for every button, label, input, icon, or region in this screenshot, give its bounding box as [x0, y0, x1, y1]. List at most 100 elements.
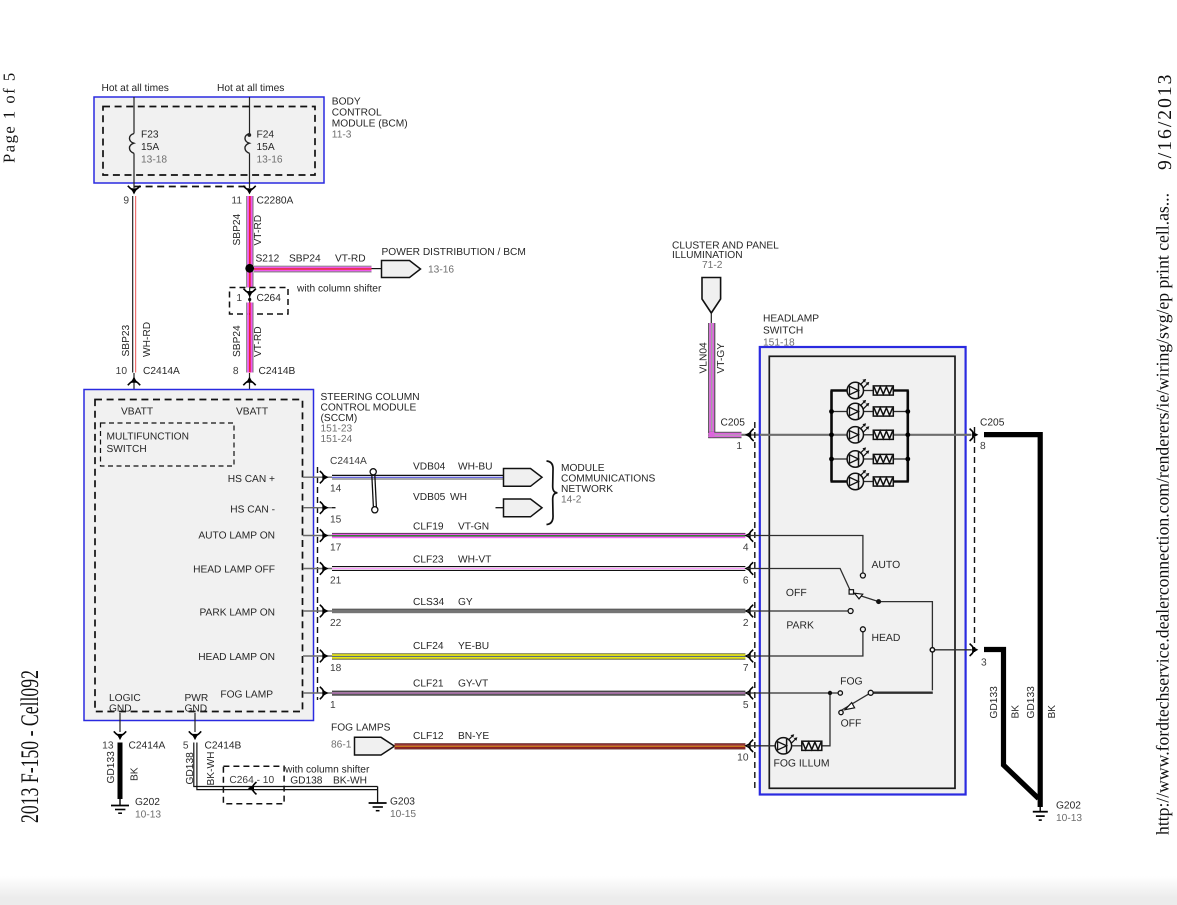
- svg-text:9: 9: [123, 196, 129, 207]
- svg-text:BK-WH: BK-WH: [206, 752, 217, 786]
- svg-text:10-13: 10-13: [135, 810, 161, 821]
- svg-text:15: 15: [330, 515, 342, 526]
- svg-text:C264: C264: [257, 293, 282, 304]
- svg-text:21: 21: [330, 576, 342, 587]
- svg-text:HEAD LAMP OFF: HEAD LAMP OFF: [193, 565, 275, 576]
- svg-text:C205: C205: [721, 418, 746, 429]
- svg-text:STEERING COLUMN: STEERING COLUMN: [321, 392, 420, 403]
- svg-text:(SCCM): (SCCM): [321, 413, 358, 424]
- svg-text:CLS34: CLS34: [413, 597, 444, 608]
- svg-text:1: 1: [330, 700, 336, 711]
- svg-text:BN-YE: BN-YE: [458, 731, 489, 742]
- svg-text:6: 6: [743, 576, 749, 587]
- svg-text:AUTO LAMP ON: AUTO LAMP ON: [198, 531, 275, 542]
- svg-text:FOG LAMPS: FOG LAMPS: [331, 723, 391, 734]
- svg-text:GD133: GD133: [106, 751, 117, 784]
- svg-text:C2414A: C2414A: [129, 741, 166, 752]
- svg-text:5: 5: [183, 741, 189, 752]
- svg-text:C2414B: C2414B: [259, 366, 296, 377]
- svg-text:CLF24: CLF24: [413, 641, 444, 652]
- svg-text:VBATT: VBATT: [121, 407, 153, 418]
- svg-text:1: 1: [236, 293, 242, 304]
- svg-text:AUTO: AUTO: [872, 560, 901, 571]
- svg-text:POWER DISTRIBUTION / BCM: POWER DISTRIBUTION / BCM: [382, 247, 526, 258]
- svg-text:MODULE: MODULE: [561, 463, 605, 474]
- svg-text:SBP23: SBP23: [121, 324, 132, 356]
- svg-text:13: 13: [102, 741, 114, 752]
- svg-text:VBATT: VBATT: [236, 407, 268, 418]
- svg-text:8: 8: [233, 366, 239, 377]
- svg-text:CLF23: CLF23: [413, 555, 444, 566]
- svg-text:GD133: GD133: [989, 686, 1000, 719]
- svg-text:GY-VT: GY-VT: [458, 679, 488, 690]
- svg-text:CONTROL: CONTROL: [332, 107, 382, 118]
- svg-text:13-16: 13-16: [257, 155, 283, 166]
- svg-text:OFF: OFF: [841, 719, 862, 730]
- svg-text:13-18: 13-18: [141, 155, 167, 166]
- svg-text:GY: GY: [458, 597, 473, 608]
- svg-text:GD133: GD133: [1026, 686, 1037, 719]
- svg-text:71-2: 71-2: [702, 260, 723, 271]
- svg-text:PWR: PWR: [185, 693, 209, 704]
- svg-text:SWITCH: SWITCH: [107, 444, 147, 455]
- svg-text:BK: BK: [1047, 705, 1058, 719]
- svg-text:PARK: PARK: [786, 621, 814, 632]
- svg-text:10-15: 10-15: [390, 809, 416, 820]
- svg-text:GND: GND: [109, 704, 132, 715]
- svg-text:2: 2: [743, 618, 749, 629]
- svg-text:11: 11: [231, 196, 242, 207]
- svg-text:CONTROL MODULE: CONTROL MODULE: [321, 403, 417, 414]
- svg-text:VDB05: VDB05: [413, 492, 446, 503]
- svg-text:LOGIC: LOGIC: [109, 693, 141, 704]
- svg-text:F24: F24: [257, 130, 275, 141]
- svg-text:C2280A: C2280A: [257, 196, 294, 207]
- svg-text:22: 22: [330, 618, 342, 629]
- svg-text:VLN04: VLN04: [699, 342, 710, 373]
- svg-text:NETWORK: NETWORK: [561, 484, 613, 495]
- svg-text:FOG: FOG: [840, 677, 863, 688]
- svg-text:HEAD: HEAD: [872, 633, 901, 644]
- svg-text:18: 18: [330, 663, 342, 674]
- svg-text:G202: G202: [135, 797, 160, 808]
- svg-text:Hot at all times: Hot at all times: [102, 83, 169, 94]
- svg-text:WH-RD: WH-RD: [142, 322, 153, 357]
- svg-text:MULTIFUNCTION: MULTIFUNCTION: [107, 432, 189, 443]
- svg-text:C264 - 10: C264 - 10: [229, 775, 274, 786]
- svg-text:2013 F-150 - Cell092: 2013 F-150 - Cell092: [16, 670, 44, 823]
- svg-text:3: 3: [981, 658, 987, 669]
- svg-text:VT-RD: VT-RD: [335, 254, 366, 265]
- svg-text:15A: 15A: [257, 142, 275, 153]
- svg-text:CLF12: CLF12: [413, 731, 444, 742]
- svg-text:4: 4: [743, 543, 749, 554]
- svg-text:WH-BU: WH-BU: [458, 462, 493, 473]
- svg-text:14: 14: [330, 484, 342, 495]
- svg-text:VT-RD: VT-RD: [253, 215, 264, 246]
- svg-text:8: 8: [980, 441, 986, 452]
- svg-text:C205: C205: [980, 418, 1005, 429]
- svg-text:14-2: 14-2: [561, 495, 582, 506]
- svg-text:9/16/2013: 9/16/2013: [1155, 73, 1176, 170]
- svg-text:SBP24: SBP24: [232, 213, 243, 245]
- svg-text:BK: BK: [130, 767, 141, 781]
- svg-text:7: 7: [743, 663, 749, 674]
- svg-text:SBP24: SBP24: [289, 254, 321, 265]
- svg-text:VT-RD: VT-RD: [253, 326, 264, 357]
- svg-text:SBP24: SBP24: [232, 325, 243, 357]
- svg-text:COMMUNICATIONS: COMMUNICATIONS: [561, 474, 656, 485]
- svg-text:HS CAN -: HS CAN -: [230, 505, 275, 516]
- svg-text:GND: GND: [185, 704, 208, 715]
- svg-text:BK: BK: [1011, 705, 1022, 719]
- svg-text:with column shifter: with column shifter: [296, 284, 382, 295]
- svg-text:17: 17: [330, 543, 342, 554]
- svg-text:15A: 15A: [141, 142, 159, 153]
- svg-text:GD138: GD138: [290, 776, 323, 787]
- svg-text:FOG ILLUM: FOG ILLUM: [774, 759, 830, 770]
- svg-text:BK-WH: BK-WH: [333, 776, 367, 787]
- svg-text:with column shifter: with column shifter: [284, 765, 370, 776]
- svg-text:WH: WH: [450, 492, 467, 503]
- svg-text:G202: G202: [1056, 801, 1081, 812]
- svg-text:10-13: 10-13: [1056, 813, 1082, 824]
- svg-text:CLF19: CLF19: [413, 522, 444, 533]
- svg-text:VT-GY: VT-GY: [716, 343, 727, 374]
- svg-text:http://www.fordtechservice.dea: http://www.fordtechservice.dealerconnect…: [1152, 193, 1172, 835]
